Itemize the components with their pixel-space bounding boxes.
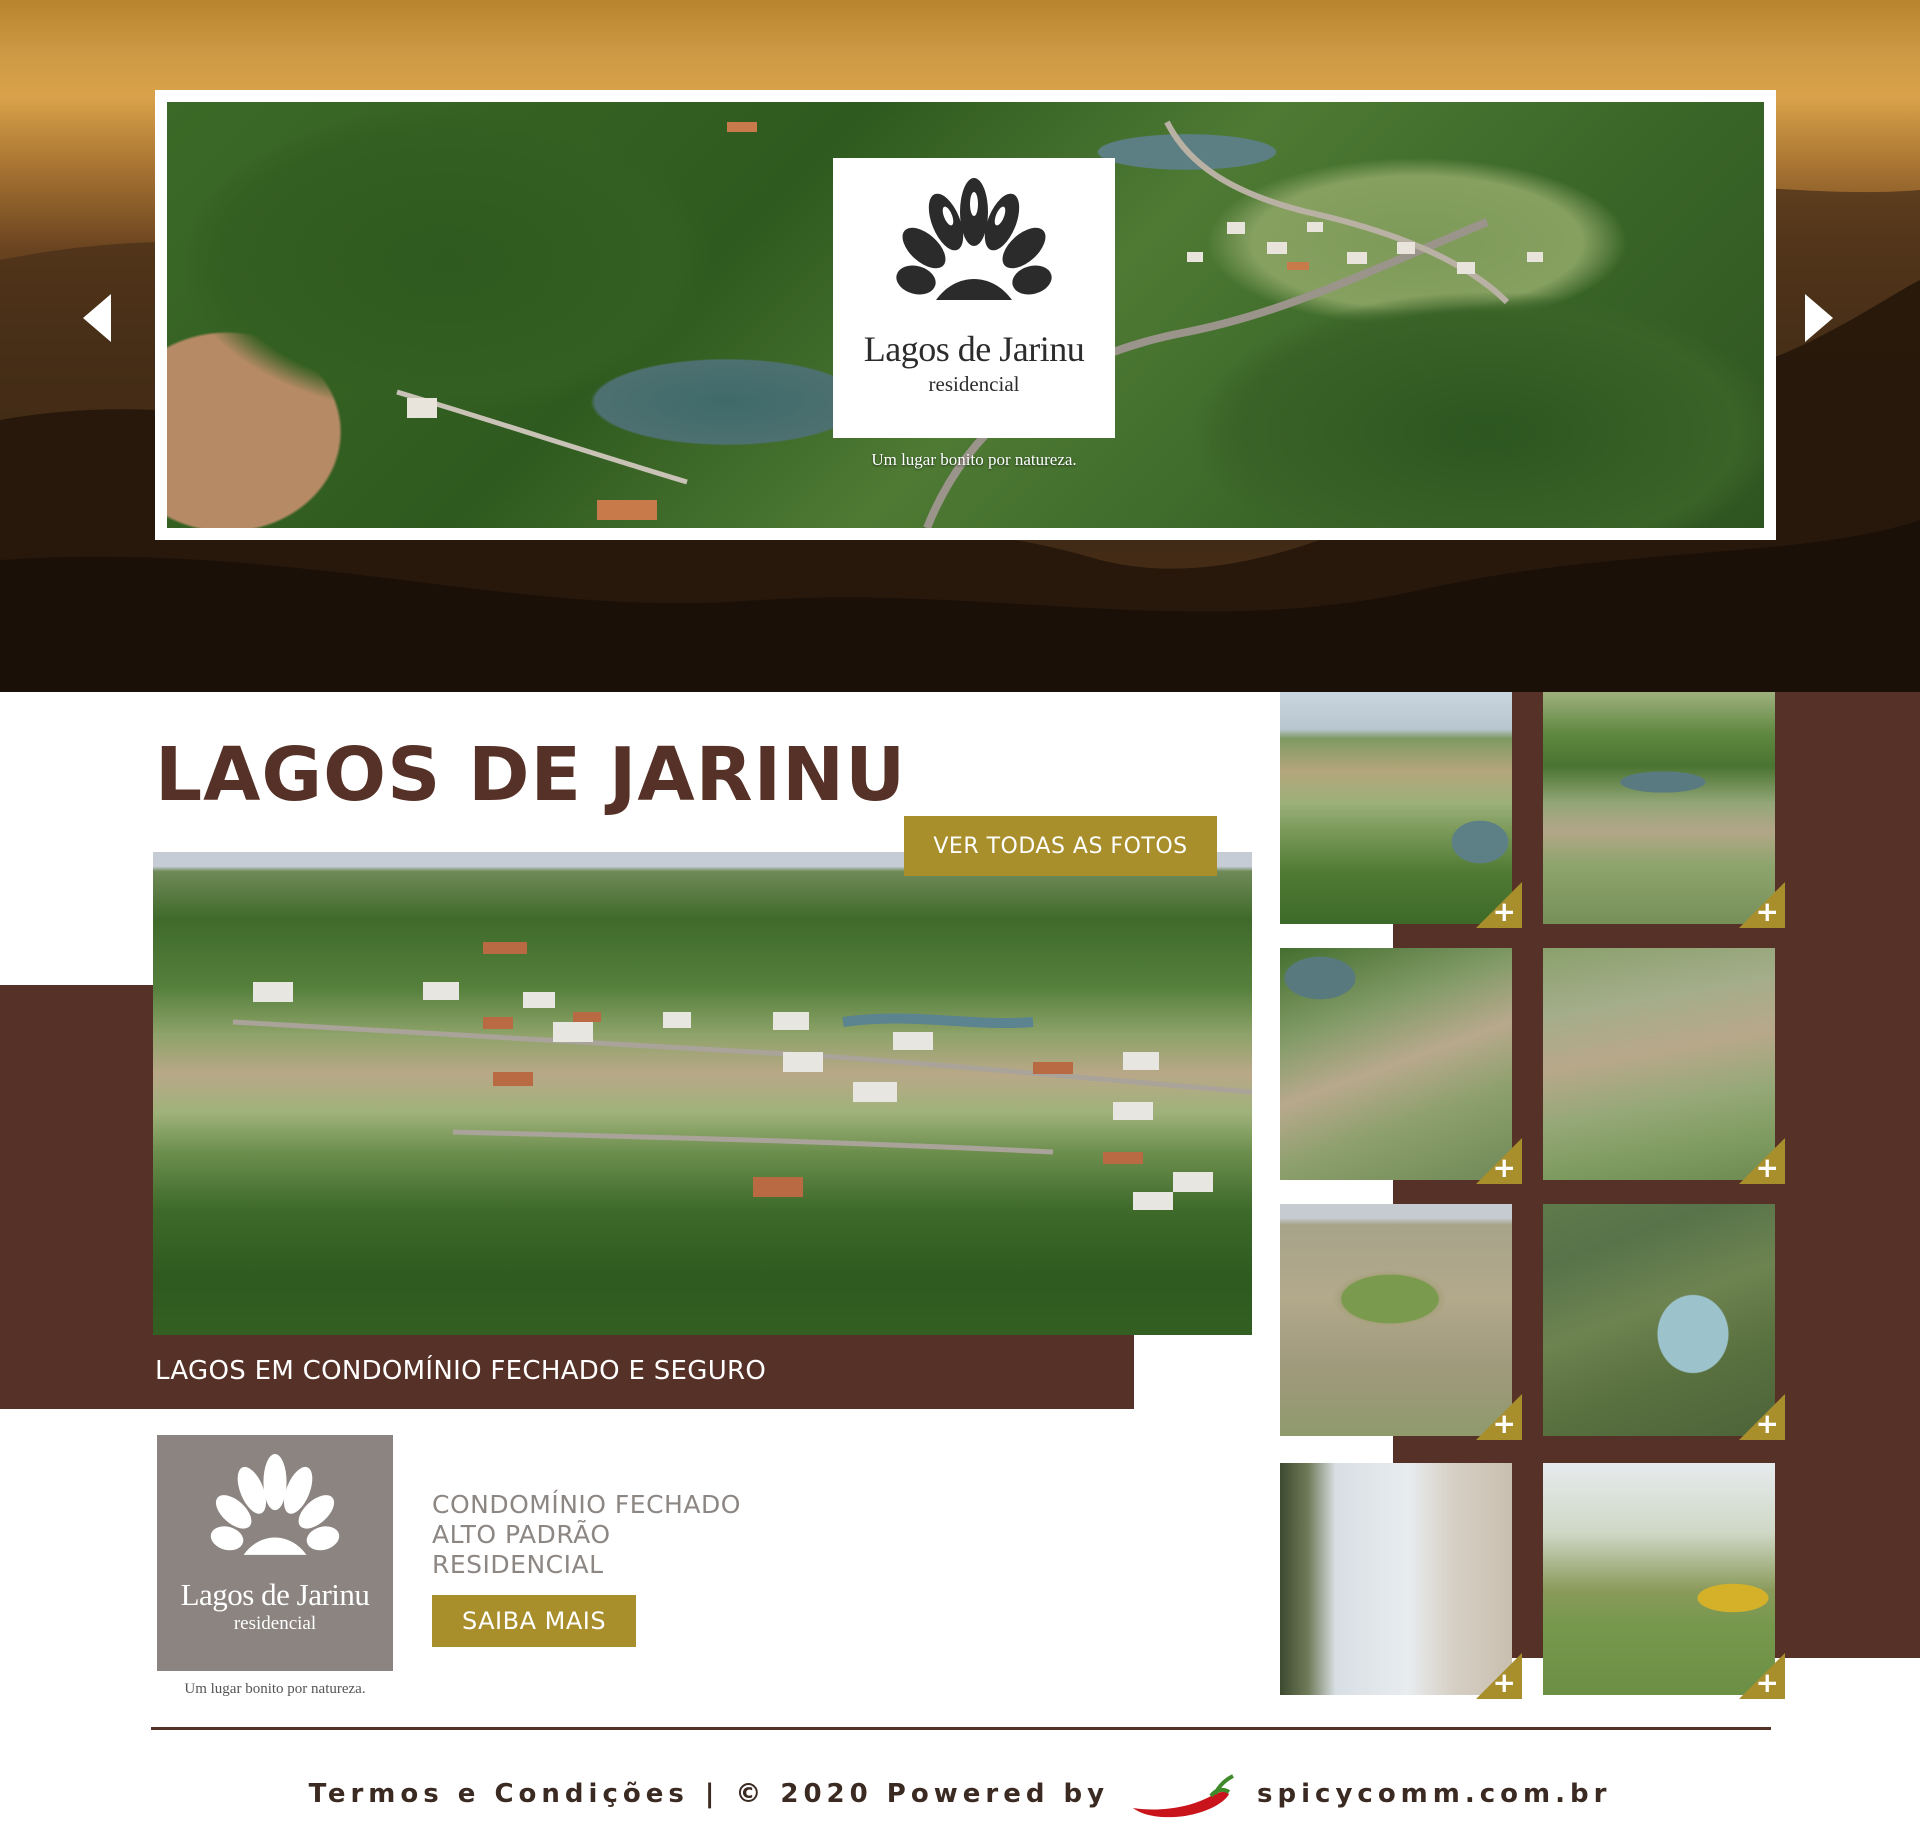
expand-thumbnail-button[interactable]: + xyxy=(1472,1390,1522,1440)
info-lines: CONDOMÍNIO FECHADO ALTO PADRÃO RESIDENCI… xyxy=(432,1490,741,1580)
expand-thumbnail-button[interactable]: + xyxy=(1735,1134,1785,1184)
info-line: ALTO PADRÃO xyxy=(432,1520,611,1549)
plus-icon: + xyxy=(1492,895,1516,928)
chevron-left-icon xyxy=(83,294,111,342)
shell-logo-icon xyxy=(896,178,1052,300)
plus-icon: + xyxy=(1492,1666,1516,1699)
expand-thumbnail-button[interactable]: + xyxy=(1472,878,1522,928)
footer-copyright: © 2020 Powered by xyxy=(735,1779,1110,1809)
plus-icon: + xyxy=(1755,1407,1779,1440)
hero-tagline: Um lugar bonito por natureza. xyxy=(871,450,1077,469)
page-title: LAGOS DE JARINU xyxy=(155,732,907,818)
slider-prev-button[interactable] xyxy=(80,290,114,346)
info-line: RESIDENCIAL xyxy=(432,1550,604,1579)
main-photo-details xyxy=(232,942,1252,1210)
footer: Termos e Condições | © 2020 Powered by s… xyxy=(0,1768,1920,1820)
plus-icon: + xyxy=(1755,1666,1779,1699)
hero-logo-sub: residencial xyxy=(928,372,1020,396)
hero-logo: Lagos de Jarinu residencial xyxy=(833,158,1115,438)
slider-next-button[interactable] xyxy=(1802,290,1836,346)
hero-logo-name: Lagos de Jarinu xyxy=(863,329,1085,369)
view-all-photos-button[interactable]: VER TODAS AS FOTOS xyxy=(904,816,1217,876)
chili-pepper-icon xyxy=(1133,1774,1234,1818)
learn-more-button[interactable]: SAIBA MAIS xyxy=(432,1595,636,1647)
site-link[interactable]: spicycomm.com.br xyxy=(1257,1779,1611,1809)
plus-icon: + xyxy=(1755,895,1779,928)
chevron-right-icon xyxy=(1805,294,1833,342)
main-photo xyxy=(153,852,1252,1335)
brand-tagline: Um lugar bonito por natureza. xyxy=(184,1681,366,1697)
expand-thumbnail-button[interactable]: + xyxy=(1472,1649,1522,1699)
shell-logo-icon xyxy=(210,1453,340,1555)
expand-thumbnail-button[interactable]: + xyxy=(1735,1390,1785,1440)
hero-slide-frame: Lagos de Jarinu residencial Um lugar bon… xyxy=(155,90,1776,540)
hero-slide-image: Lagos de Jarinu residencial Um lugar bon… xyxy=(167,102,1764,528)
plus-icon: + xyxy=(1492,1151,1516,1184)
footer-separator: | xyxy=(704,1779,720,1809)
plus-icon: + xyxy=(1492,1407,1516,1440)
expand-thumbnail-button[interactable]: + xyxy=(1472,1134,1522,1184)
brand-logo: Lagos de Jarinu residencial xyxy=(157,1435,393,1671)
brand-logo-sub: residencial xyxy=(233,1613,317,1634)
terms-link[interactable]: Termos e Condições xyxy=(309,1779,689,1809)
hero-banner: Lagos de Jarinu residencial Um lugar bon… xyxy=(0,0,1920,692)
expand-thumbnail-button[interactable]: + xyxy=(1735,878,1785,928)
footer-divider xyxy=(151,1727,1771,1730)
expand-thumbnail-button[interactable]: + xyxy=(1735,1649,1785,1699)
photo-caption: LAGOS EM CONDOMÍNIO FECHADO E SEGURO xyxy=(155,1356,767,1386)
info-line: CONDOMÍNIO FECHADO xyxy=(432,1490,741,1519)
plus-icon: + xyxy=(1755,1151,1779,1184)
brand-logo-name: Lagos de Jarinu xyxy=(180,1577,370,1612)
